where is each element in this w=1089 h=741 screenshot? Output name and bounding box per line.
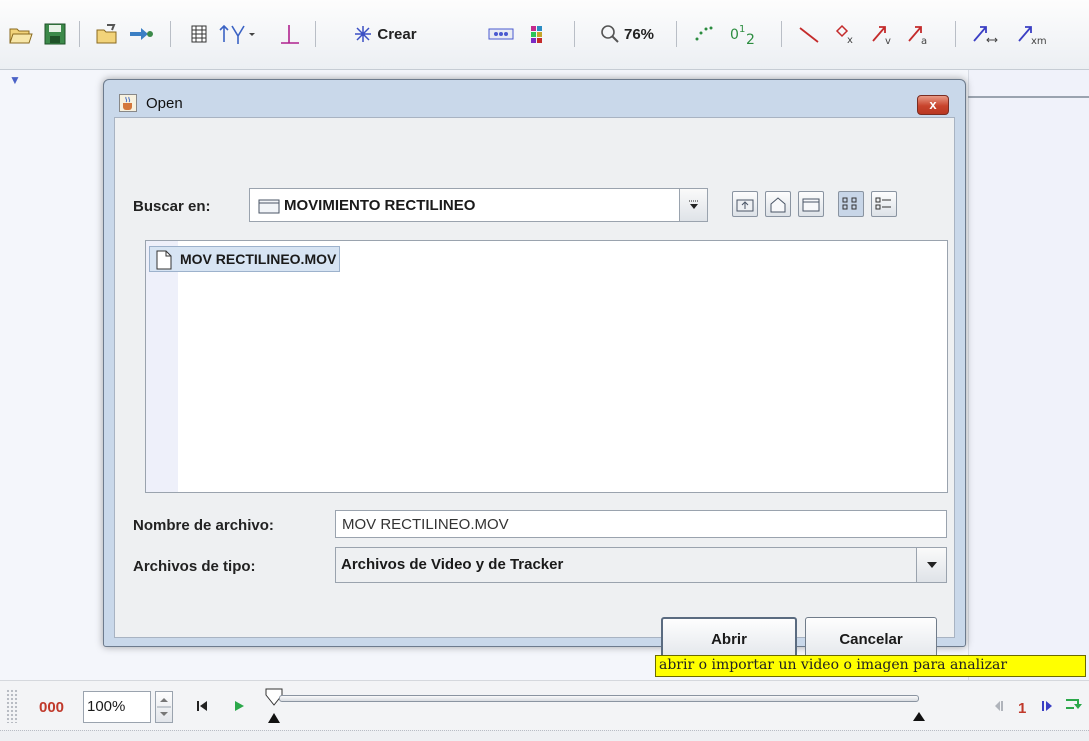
open-file-dialog: Open x Buscar en: MOVIMIENTO RECTILINEO xyxy=(103,79,966,661)
acceleration-vector-icon[interactable]: a xyxy=(903,19,933,49)
play-icon[interactable] xyxy=(232,699,246,718)
color-grid-icon[interactable] xyxy=(524,19,554,49)
path-line-icon[interactable] xyxy=(794,19,824,49)
main-toolbar: Crear 76% 012 x v a xm xyxy=(0,0,1089,70)
step-forward-icon[interactable] xyxy=(1040,699,1054,718)
list-view-icon[interactable] xyxy=(838,191,864,217)
file-name: MOV RECTILINEO.MOV xyxy=(180,251,337,267)
start-marker-icon[interactable] xyxy=(262,687,286,730)
drag-grip[interactable] xyxy=(6,689,18,723)
svg-text:x: x xyxy=(847,35,853,45)
rate-field[interactable]: 100% xyxy=(83,691,151,723)
look-in-label: Buscar en: xyxy=(133,198,211,215)
right-panel xyxy=(968,70,1089,680)
calibration-icon[interactable] xyxy=(274,19,304,49)
zoom-button[interactable]: 76% xyxy=(587,19,667,49)
look-in-combo[interactable]: MOVIMIENTO RECTILINEO xyxy=(249,188,708,222)
filename-field[interactable] xyxy=(335,510,947,538)
export-icon[interactable] xyxy=(126,19,156,49)
step-back-icon[interactable] xyxy=(992,699,1006,718)
dialog-title: Open xyxy=(146,95,183,112)
filetype-chevron-down-icon[interactable] xyxy=(916,548,946,582)
file-icon xyxy=(155,250,173,275)
svg-text:1: 1 xyxy=(739,24,745,35)
skip-to-start-icon[interactable] xyxy=(195,699,209,718)
create-track-button[interactable]: Crear xyxy=(326,19,444,49)
svg-text:2: 2 xyxy=(746,32,755,46)
trace-points-icon[interactable] xyxy=(688,19,718,49)
save-icon[interactable] xyxy=(40,19,70,49)
create-track-label: Crear xyxy=(377,25,417,43)
svg-text:0: 0 xyxy=(730,27,739,43)
filename-label: Nombre de archivo: xyxy=(133,517,274,534)
file-list[interactable]: MOV RECTILINEO.MOV xyxy=(145,240,948,493)
close-button[interactable]: x xyxy=(917,95,949,115)
vector-sum-icon[interactable] xyxy=(969,19,1003,49)
bottom-strip xyxy=(0,730,1089,741)
details-view-icon[interactable] xyxy=(871,191,897,217)
dialog-body: Buscar en: MOVIMIENTO RECTILINEO MOV REC… xyxy=(114,117,955,661)
loop-icon[interactable] xyxy=(1064,696,1082,717)
svg-text:a: a xyxy=(921,36,927,45)
import-folder-icon[interactable] xyxy=(93,19,123,49)
svg-text:xm: xm xyxy=(1031,36,1046,45)
velocity-vector-icon[interactable]: v xyxy=(867,19,897,49)
open-folder-icon[interactable] xyxy=(6,19,36,49)
list-item[interactable]: MOV RECTILINEO.MOV xyxy=(149,246,341,275)
filetype-label: Archivos de tipo: xyxy=(133,558,256,575)
up-one-level-icon[interactable] xyxy=(732,191,758,217)
chevron-down-icon[interactable] xyxy=(679,189,707,221)
home-icon[interactable] xyxy=(765,191,791,217)
end-marker-icon[interactable] xyxy=(912,709,926,727)
filetype-combo[interactable]: Archivos de Video y de Tracker xyxy=(335,547,947,583)
center-of-mass-icon[interactable]: xm xyxy=(1014,19,1048,49)
position-marker-icon[interactable]: x xyxy=(831,19,861,49)
coordinate-axes-icon[interactable] xyxy=(216,19,260,49)
labels-icon[interactable]: 012 xyxy=(724,19,768,49)
filetype-value: Archivos de Video y de Tracker xyxy=(341,556,564,573)
new-folder-icon[interactable] xyxy=(798,191,824,217)
step-size[interactable]: 1 xyxy=(1018,700,1026,717)
clip-settings-icon[interactable] xyxy=(184,19,214,49)
dialog-title-bar[interactable]: Open x xyxy=(104,80,965,115)
frame-slider[interactable] xyxy=(279,695,919,702)
track-menu-arrow-icon[interactable]: ▼ xyxy=(9,73,21,87)
right-panel-divider xyxy=(968,96,1089,98)
zoom-level-label: 76% xyxy=(623,25,655,43)
player-bar: 000 100% 1 xyxy=(0,680,1089,730)
svg-text:v: v xyxy=(885,36,891,45)
frame-number[interactable]: 000 xyxy=(39,699,64,716)
look-in-value: MOVIMIENTO RECTILINEO xyxy=(284,197,476,214)
status-tooltip: abrir o importar un video o imagen para … xyxy=(655,655,1086,677)
file-list-gutter xyxy=(146,241,178,492)
track-control-icon[interactable] xyxy=(486,19,516,49)
folder-icon xyxy=(258,198,280,219)
java-cup-icon xyxy=(119,94,137,112)
rate-spinner[interactable] xyxy=(155,691,173,723)
